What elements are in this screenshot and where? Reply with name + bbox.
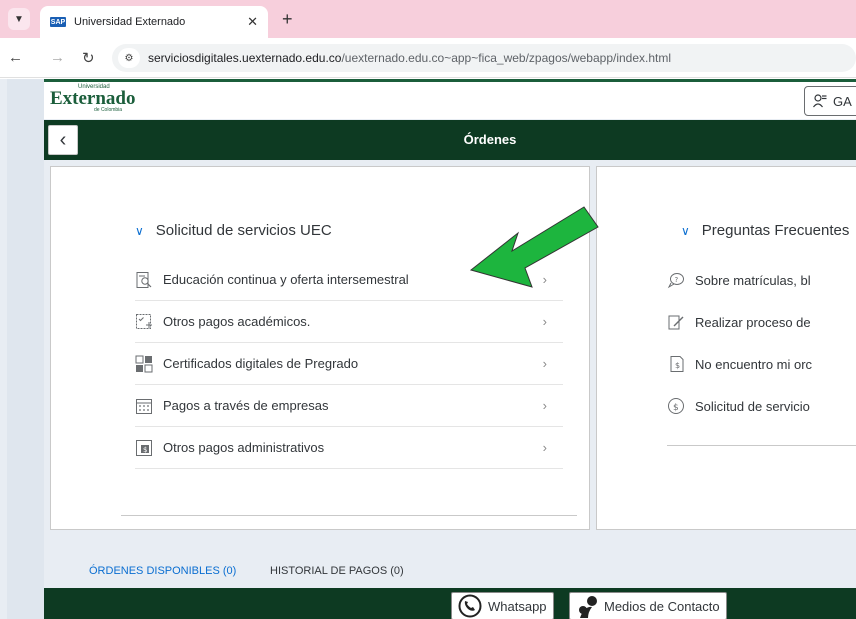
faq-section-title: Preguntas Frecuentes [701, 222, 850, 239]
list-item-label: Realizar proceso de [695, 314, 811, 330]
list-item-label: Otros pagos administrativos [163, 440, 325, 455]
svg-text:$: $ [143, 446, 147, 454]
tab-available-orders[interactable]: ÓRDENES DISPONIBLES (0) [89, 565, 236, 577]
reload-icon[interactable]: ↻ [82, 49, 95, 67]
services-section-title: Solicitud de servicios UEC [155, 222, 332, 239]
user-menu-button[interactable]: GA [804, 86, 856, 116]
page-subheader: Órdenes ‹ [44, 120, 856, 160]
chevron-right-icon: › [542, 440, 547, 455]
sap-favicon-icon: SAP [50, 17, 66, 27]
forward-arrow-icon[interactable]: → [50, 49, 65, 66]
checklist-add-icon [135, 313, 153, 331]
left-strip [7, 79, 44, 619]
list-item-label: Pagos a través de empresas [163, 398, 329, 413]
contact-button[interactable]: Medios de Contacto [569, 592, 727, 619]
footer-bar: Whatsapp Medios de Contacto [44, 588, 856, 619]
list-item-otros-pagos-academicos[interactable]: Otros pagos académicos. › [135, 301, 563, 343]
url-field[interactable]: ⚙ serviciosdigitales.uexternado.edu.co/u… [112, 44, 856, 72]
externado-logo[interactable]: Universidad Externado de Colombia [50, 84, 136, 113]
faq-divider [667, 445, 856, 446]
chat-question-icon: ? [667, 271, 685, 289]
list-item-label: Otros pagos académicos. [163, 314, 311, 329]
calendar-grid-icon [135, 397, 153, 415]
user-settings-icon [813, 94, 827, 108]
page-title: Órdenes [463, 132, 517, 147]
svg-text:?: ? [675, 276, 679, 284]
app-header: Universidad Externado de Colombia GA [44, 79, 856, 119]
edit-document-icon [667, 313, 685, 331]
site-info-icon[interactable]: ⚙ [118, 48, 140, 68]
chevron-right-icon: › [542, 398, 547, 413]
annotation-arrow-icon [469, 206, 599, 288]
faq-item-matriculas[interactable]: ? Sobre matrículas, bl [667, 259, 856, 301]
contact-person-icon [579, 596, 597, 618]
chevron-down-icon: ∨ [681, 223, 690, 238]
contact-label: Medios de Contacto [604, 598, 720, 614]
certificate-grid-icon [135, 355, 153, 373]
svg-text:$: $ [673, 403, 679, 413]
chevron-down-icon: ∨ [135, 223, 144, 238]
list-item-otros-pagos-administrativos[interactable]: $ Otros pagos administrativos › [135, 427, 563, 469]
faq-item-orden[interactable]: $ No encuentro mi orc [667, 343, 856, 385]
back-arrow-icon[interactable]: ← [8, 49, 23, 66]
document-money-icon: $ [667, 355, 685, 373]
list-item-label: Sobre matrículas, bl [695, 272, 811, 288]
list-item-certificados-digitales[interactable]: Certificados digitales de Pregrado › [135, 343, 563, 385]
logo-main-text: Externado [50, 88, 136, 109]
faq-item-proceso[interactable]: Realizar proceso de [667, 301, 856, 343]
url-text: serviciosdigitales.uexternado.edu.co/uex… [148, 51, 672, 65]
new-tab-plus-icon[interactable]: + [282, 10, 293, 28]
faq-section-header[interactable]: ∨ Preguntas Frecuentes [681, 222, 849, 239]
whatsapp-label: Whatsapp [488, 598, 547, 614]
back-button[interactable]: ‹ [48, 125, 78, 155]
whatsapp-button[interactable]: Whatsapp [451, 592, 554, 619]
list-item-pagos-empresas[interactable]: Pagos a través de empresas › [135, 385, 563, 427]
orders-tabs-bar: ÓRDENES DISPONIBLES (0) HISTORIAL DE PAG… [44, 540, 856, 588]
list-item-label: Certificados digitales de Pregrado [163, 356, 359, 371]
chevron-right-icon: › [542, 356, 547, 371]
dollar-circle-icon: $ [667, 397, 685, 415]
card-divider [121, 515, 577, 516]
browser-tab-bar: ▼ SAP Universidad Externado ✕ + [0, 0, 856, 38]
list-item-label: No encuentro mi orc [695, 356, 813, 372]
chevron-left-icon: ‹ [59, 128, 67, 151]
address-bar-row: ← → ↻ ⚙ serviciosdigitales.uexternado.ed… [0, 38, 856, 78]
faq-item-servicio[interactable]: $ Solicitud de servicio [667, 385, 856, 427]
faq-card: ∨ Preguntas Frecuentes ? Sobre matrícula… [596, 166, 856, 530]
tab-search-chevron-icon[interactable]: ▼ [8, 8, 30, 30]
tab-title: Universidad Externado [74, 16, 186, 28]
tab-payment-history[interactable]: HISTORIAL DE PAGOS (0) [270, 565, 404, 577]
search-document-icon [135, 271, 153, 289]
document-money-icon: $ [135, 439, 153, 457]
tab-close-icon[interactable]: ✕ [247, 14, 258, 30]
user-initials: GA [833, 93, 852, 109]
services-section-header[interactable]: ∨ Solicitud de servicios UEC [135, 222, 332, 239]
whatsapp-icon [458, 594, 482, 618]
list-item-label: Educación continua y oferta intersemestr… [163, 272, 409, 287]
chevron-right-icon: › [542, 314, 547, 329]
svg-text:$: $ [675, 361, 680, 370]
browser-tab[interactable]: SAP Universidad Externado ✕ [40, 6, 268, 38]
list-item-label: Solicitud de servicio [695, 398, 810, 414]
